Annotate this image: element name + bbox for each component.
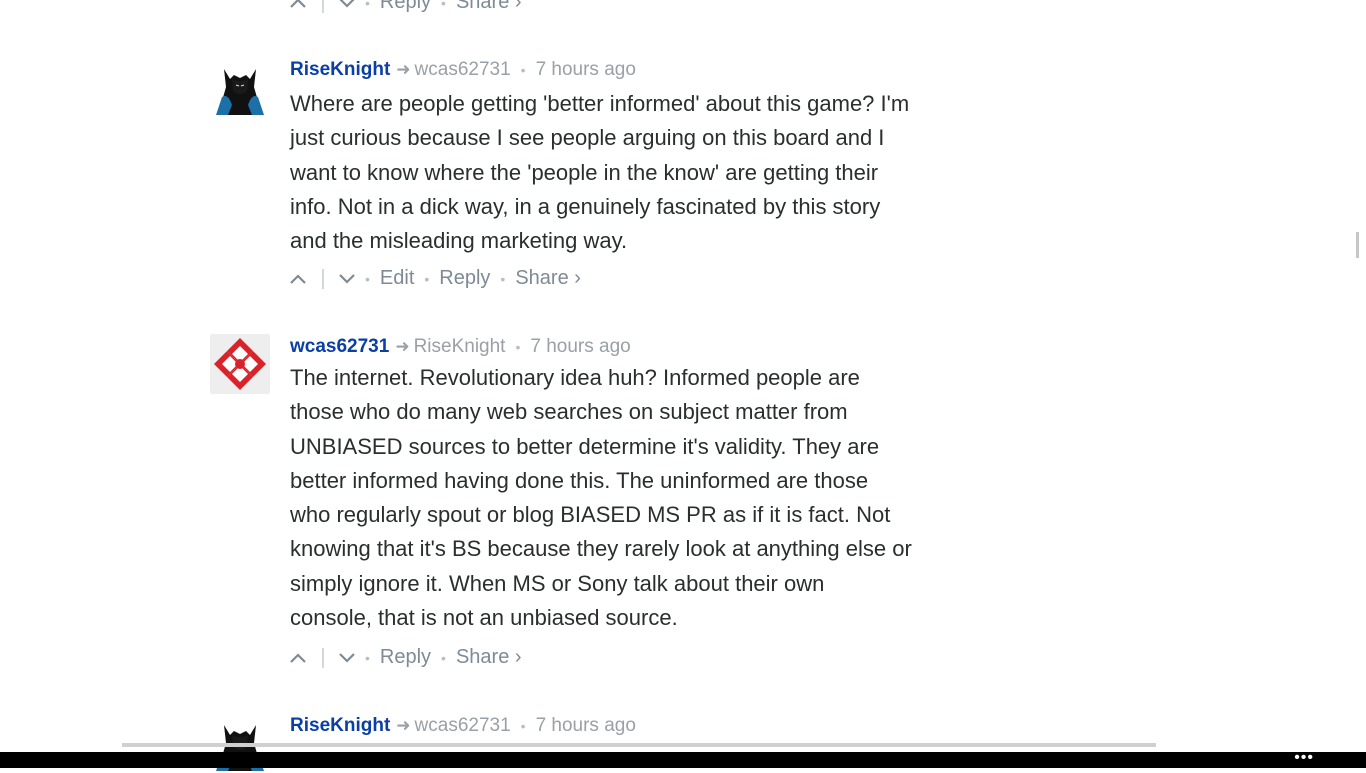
comment-actions: • Reply • Share ›	[290, 644, 522, 670]
timestamp[interactable]: 7 hours ago	[536, 59, 636, 80]
downvote-button[interactable]	[339, 265, 355, 291]
comment-line: UNBIASED sources to better determine it'…	[290, 433, 880, 459]
reply-to-user[interactable]: RiseKnight	[414, 336, 506, 357]
timestamp[interactable]: 7 hours ago	[536, 715, 636, 736]
comment-line: The internet. Revolutionary idea huh? In…	[290, 365, 860, 390]
upvote-button[interactable]	[290, 644, 306, 670]
downvote-button[interactable]	[339, 644, 355, 670]
vote-divider	[322, 0, 324, 13]
chevron-down-icon	[339, 0, 355, 8]
comment-header: wcas62731 ➜ RiseKnight • 7 hours ago	[290, 334, 631, 360]
vote-divider	[322, 647, 324, 668]
reply-arrow-icon: ➜	[396, 60, 411, 79]
chevron-up-icon	[290, 653, 306, 663]
comment-line: console, that is not an unbiased source.	[290, 605, 678, 631]
separator-dot: •	[365, 271, 370, 287]
comment-line: who regularly spout or blog BIASED MS PR…	[290, 502, 891, 528]
share-link[interactable]: Share ›	[515, 267, 581, 289]
comment-line: simply ignore it. When MS or Sony talk a…	[290, 570, 825, 596]
reply-arrow-icon: ➜	[395, 337, 410, 356]
batman-avatar-icon[interactable]	[210, 57, 270, 117]
downvote-button[interactable]	[339, 0, 355, 15]
comment-line: info. Not in a dick way, in a genuinely …	[290, 193, 881, 219]
comment-line: just curious because I see people arguin…	[290, 125, 885, 151]
reply-link[interactable]: Reply	[380, 646, 431, 668]
chevron-up-icon	[290, 0, 306, 8]
edit-link[interactable]: Edit	[380, 267, 414, 289]
reply-to-user[interactable]: wcas62731	[415, 715, 511, 736]
comment-line: and the misleading marketing way.	[290, 228, 628, 254]
separator-dot: •	[515, 339, 521, 355]
comment-header: RiseKnight ➜ wcas62731 • 7 hours ago	[290, 713, 636, 739]
separator-dot: •	[500, 271, 506, 287]
comment-body: Where are people getting 'better informe…	[290, 87, 990, 258]
timestamp[interactable]: 7 hours ago	[530, 336, 630, 357]
separator-dot: •	[365, 650, 370, 666]
vertical-scrollbar[interactable]	[1356, 232, 1359, 258]
ign-logo-avatar-icon[interactable]	[210, 334, 270, 394]
chevron-up-icon	[290, 274, 306, 284]
separator-dot: •	[365, 0, 370, 11]
separator-dot: •	[520, 718, 526, 734]
reply-to-user[interactable]: wcas62731	[415, 59, 511, 80]
comment-header: RiseKnight ➜ wcas62731 • 7 hours ago	[290, 57, 636, 83]
chevron-down-icon	[339, 273, 355, 284]
comment-line: knowing that it's BS because they rarely…	[290, 536, 912, 562]
separator-dot: •	[441, 0, 446, 11]
author-name[interactable]: RiseKnight	[290, 715, 390, 736]
upvote-button[interactable]	[290, 265, 306, 291]
author-name[interactable]: wcas62731	[290, 336, 389, 357]
upvote-button[interactable]	[290, 0, 306, 15]
separator-dot: •	[441, 650, 446, 666]
comment-actions: • Edit • Reply • Share ›	[290, 265, 581, 291]
reply-link[interactable]: Reply	[439, 267, 490, 289]
previous-comment-actions: • Reply • Share ›	[290, 0, 522, 15]
bottom-app-bar	[0, 752, 1366, 768]
reply-arrow-icon: ➜	[396, 716, 411, 735]
more-options-icon[interactable]: •••	[1294, 750, 1314, 766]
comment-line: those who do many web searches on subjec…	[290, 399, 848, 425]
separator-dot: •	[520, 62, 526, 78]
horizontal-scrollbar[interactable]	[122, 743, 1156, 747]
reply-link[interactable]: Reply	[380, 0, 431, 13]
separator-dot: •	[424, 271, 430, 287]
comment-line: Where are people getting 'better informe…	[290, 91, 910, 116]
share-link[interactable]: Share ›	[456, 646, 522, 668]
vote-divider	[322, 268, 324, 289]
author-name[interactable]: RiseKnight	[290, 59, 390, 80]
comment-line: better informed having done this. The un…	[290, 467, 869, 493]
share-link[interactable]: Share ›	[456, 0, 522, 13]
comment-body: The internet. Revolutionary idea huh? In…	[290, 361, 990, 635]
chevron-down-icon	[339, 652, 355, 663]
comment-line: want to know where the 'people in the kn…	[290, 159, 879, 185]
